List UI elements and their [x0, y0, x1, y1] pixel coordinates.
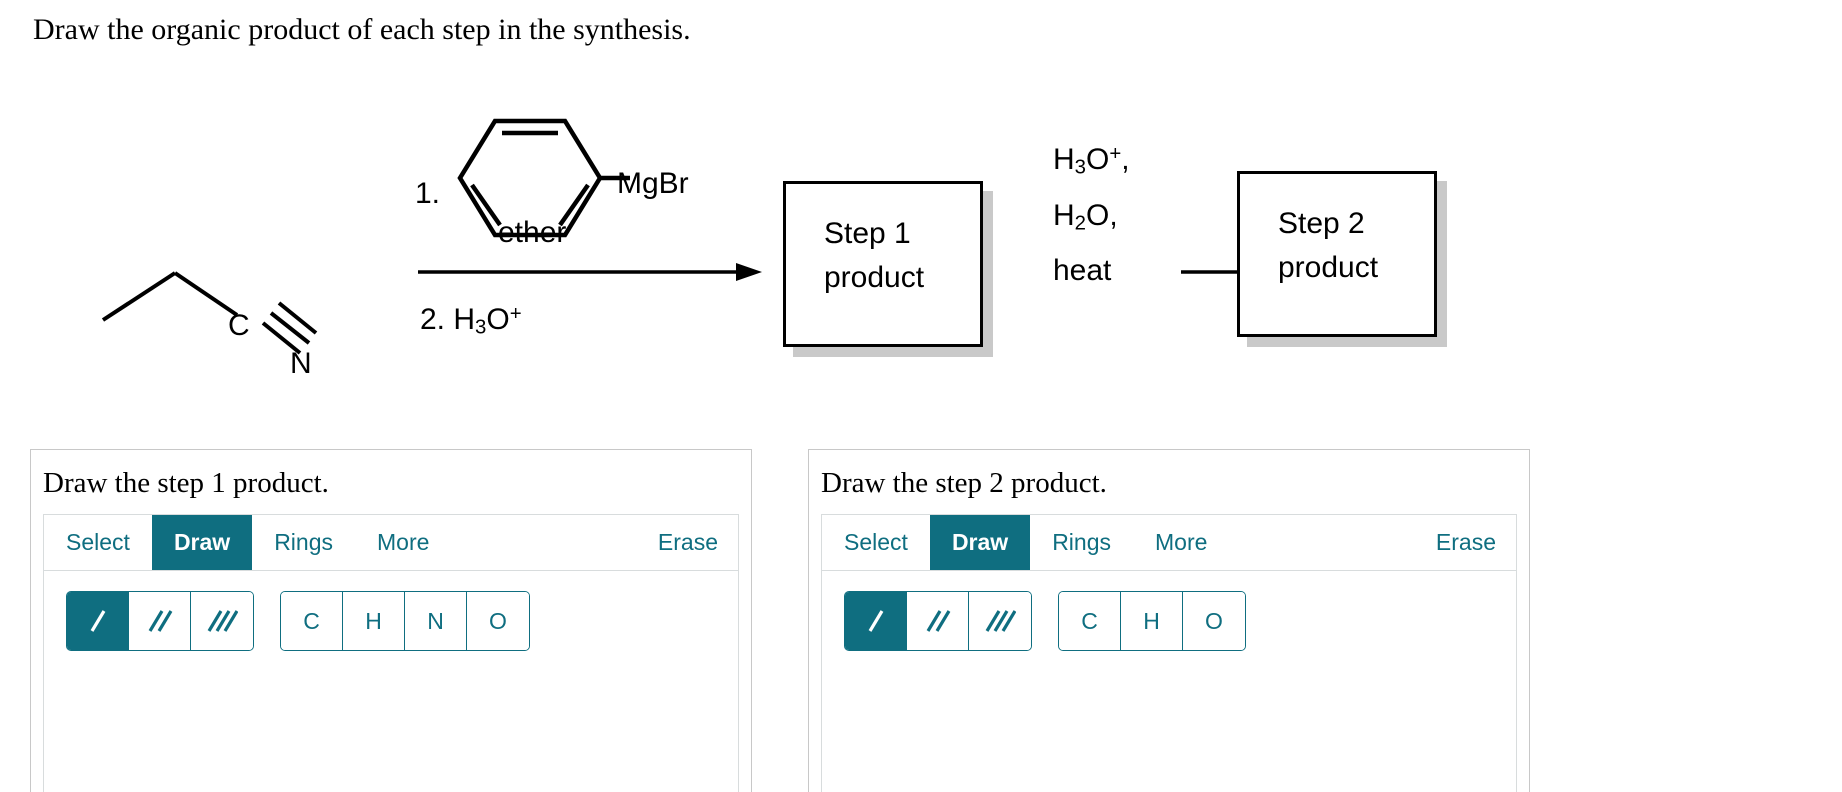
reagent-two-sup: + [509, 303, 522, 325]
element-button-c[interactable]: C [281, 592, 343, 650]
element-button-group: C H O [1058, 591, 1246, 651]
reagent-2-sub: 2 [1074, 212, 1087, 235]
editor-toolbar-step-two: Select Draw Rings More Erase [822, 515, 1516, 571]
step-one-line-2: product [824, 261, 925, 294]
tab-draw[interactable]: Draw [929, 515, 1031, 570]
starting-material-structure: C N [95, 215, 365, 380]
step-one-line-1: Step 1 [824, 217, 911, 250]
tool-button-row-step-two: C H O [822, 571, 1516, 651]
nitrile-nitrogen-label: N [290, 347, 312, 380]
reagent-line-3: heat [1053, 247, 1130, 295]
reagent-1-sup: + [1109, 143, 1122, 165]
element-button-o[interactable]: O [1183, 592, 1245, 650]
tab-more[interactable]: More [1133, 515, 1229, 570]
single-bond-button[interactable] [67, 592, 129, 650]
erase-button[interactable]: Erase [638, 515, 738, 570]
panel-title-step-two: Draw the step 2 product. [821, 467, 1107, 499]
double-bond-button[interactable] [907, 592, 969, 650]
double-bond-icon [148, 610, 172, 632]
page-title: Draw the organic product of each step in… [33, 13, 691, 46]
reagent-line-1: H3O+, [1053, 130, 1130, 192]
single-bond-icon [90, 610, 105, 632]
molecule-editor-step-two[interactable]: Select Draw Rings More Erase C H O [821, 514, 1517, 792]
step-two-line-2: product [1278, 251, 1379, 284]
panel-title-step-one: Draw the step 1 product. [43, 467, 329, 499]
molecule-editor-step-one[interactable]: Select Draw Rings More Erase C H N O [43, 514, 739, 792]
tab-select[interactable]: Select [44, 515, 152, 570]
bond-button-group [66, 591, 254, 651]
single-bond-icon [868, 610, 883, 632]
second-reagent-stack: H3O+, H2O, heat [1053, 130, 1130, 295]
solvent-label-ether: ether [498, 216, 567, 249]
reagent-two-mid: O [486, 303, 510, 337]
reagent-1-tail: , [1121, 143, 1130, 177]
step-two-product-box: Step 2 product [1237, 171, 1437, 337]
double-bond-icon [926, 610, 950, 632]
draw-panel-step-two: Draw the step 2 product. Select Draw Rin… [808, 449, 1530, 792]
mgbr-label: MgBr [617, 167, 689, 200]
editor-toolbar-step-one: Select Draw Rings More Erase [44, 515, 738, 571]
triple-bond-button[interactable] [969, 592, 1031, 650]
reagent-1-base: H [1053, 143, 1075, 177]
reagent-3-base: heat [1053, 254, 1112, 288]
reaction-scheme: C N 1. MgBr ether 2. H3O+ Step 1 product [0, 55, 1842, 385]
tab-draw[interactable]: Draw [151, 515, 253, 570]
double-bond-button[interactable] [129, 592, 191, 650]
element-button-n[interactable]: N [405, 592, 467, 650]
single-bond-button[interactable] [845, 592, 907, 650]
tab-select[interactable]: Select [822, 515, 930, 570]
element-button-h[interactable]: H [1121, 592, 1183, 650]
reagent-2-base: H [1053, 198, 1075, 232]
triple-bond-icon [985, 610, 1016, 632]
reaction-arrow-one [418, 263, 762, 281]
reagent-line-2: H2O, [1053, 192, 1130, 247]
reagent-2-mid: O [1086, 198, 1110, 232]
tab-rings[interactable]: Rings [1030, 515, 1133, 570]
draw-panel-step-one: Draw the step 1 product. Select Draw Rin… [30, 449, 752, 792]
tab-rings[interactable]: Rings [252, 515, 355, 570]
reagent-two-sub: 3 [475, 316, 487, 339]
nitrile-carbon-label: C [228, 309, 250, 342]
tool-button-row-step-one: C H N O [44, 571, 738, 651]
element-button-c[interactable]: C [1059, 592, 1121, 650]
triple-bond-icon [207, 610, 238, 632]
reagent-two-base: 2. H [420, 303, 476, 337]
step-one-product-box: Step 1 product [783, 181, 983, 347]
erase-button[interactable]: Erase [1416, 515, 1516, 570]
element-button-group: C H N O [280, 591, 530, 651]
element-button-o[interactable]: O [467, 592, 529, 650]
reagent-2-tail: , [1109, 198, 1118, 232]
bond-button-group [844, 591, 1032, 651]
reagent-1-sub: 3 [1074, 156, 1087, 179]
triple-bond-button[interactable] [191, 592, 253, 650]
element-button-h[interactable]: H [343, 592, 405, 650]
reagent-1-mid: O [1086, 143, 1110, 177]
tab-more[interactable]: More [355, 515, 451, 570]
step-two-line-1: Step 2 [1278, 207, 1365, 240]
reagent-one-number: 1. [415, 177, 441, 210]
reagent-two-label: 2. H3O+ [420, 303, 522, 340]
butanenitrile-skeleton [101, 271, 318, 355]
